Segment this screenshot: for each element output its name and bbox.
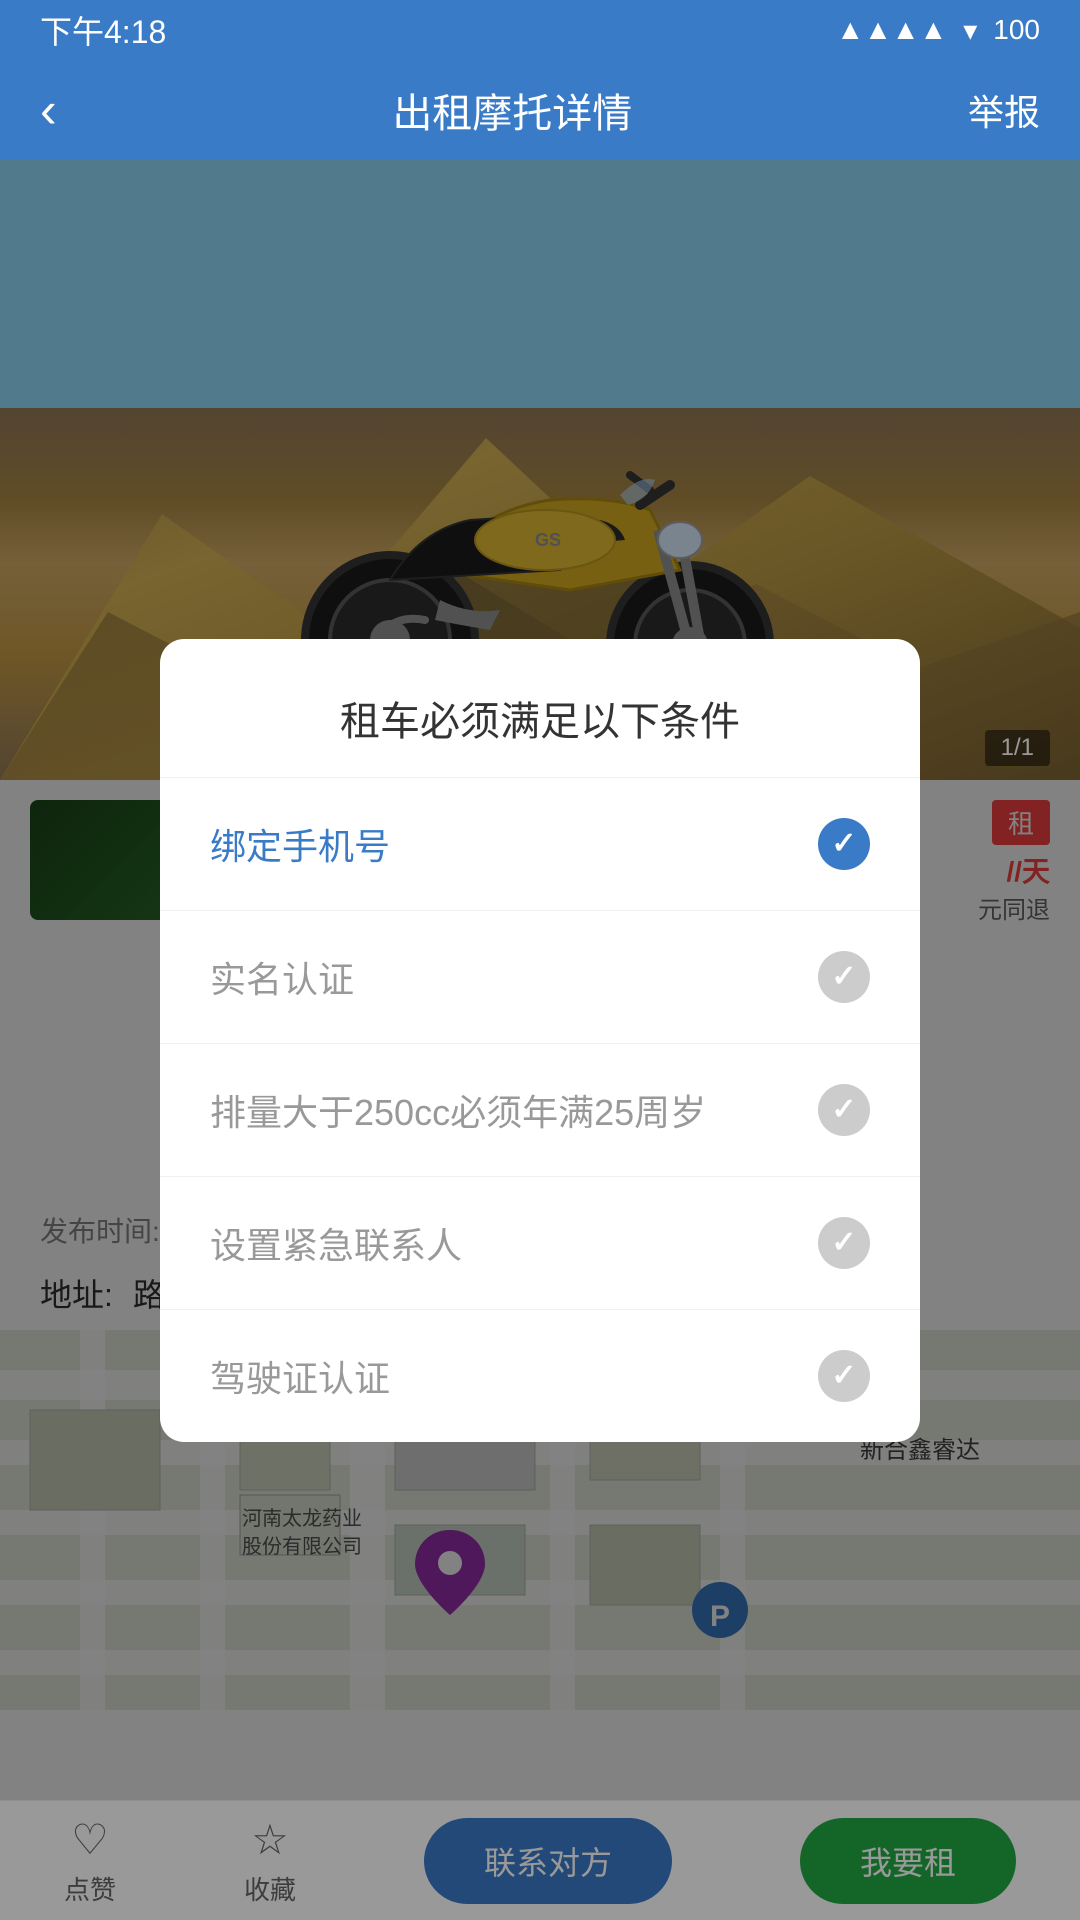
check-mark-4: ✓ [831,1225,856,1260]
condition-text-1: 绑定手机号 [210,818,390,870]
condition-text-2: 实名认证 [210,951,354,1003]
check-mark-3: ✓ [831,1092,856,1127]
condition-item-1[interactable]: 绑定手机号 ✓ [160,778,920,911]
condition-item-4[interactable]: 设置紧急联系人 ✓ [160,1177,920,1310]
check-circle-5: ✓ [818,1350,870,1402]
nav-bar: ‹ 出租摩托详情 举报 [0,60,1080,160]
status-right: ▲▲▲▲ ▾ 100 [836,14,1040,47]
back-button[interactable]: ‹ [40,81,57,139]
page-title: 出租摩托详情 [392,81,632,139]
battery-icon: 100 [993,14,1040,46]
condition-text-5: 驾驶证认证 [210,1350,390,1402]
condition-item-5[interactable]: 驾驶证认证 ✓ [160,1310,920,1442]
signal-icon: ▲▲▲▲ [836,14,947,46]
check-mark-5: ✓ [831,1358,856,1393]
main-content: GS 1/1 租 [0,160,1080,1920]
check-mark-1: ✓ [831,826,856,861]
check-mark-2: ✓ [831,959,856,994]
status-bar: 下午4:18 ▲▲▲▲ ▾ 100 [0,0,1080,60]
modal-dialog: 租车必须满足以下条件 绑定手机号 ✓ 实名认证 ✓ 排量大于250cc必须年满2… [160,639,920,1442]
modal-title: 租车必须满足以下条件 [160,639,920,778]
check-circle-3: ✓ [818,1084,870,1136]
condition-item-2[interactable]: 实名认证 ✓ [160,911,920,1044]
wifi-icon: ▾ [963,14,977,47]
check-circle-1: ✓ [818,818,870,870]
check-circle-2: ✓ [818,951,870,1003]
check-circle-4: ✓ [818,1217,870,1269]
condition-text-3: 排量大于250cc必须年满25周岁 [210,1084,706,1136]
report-button[interactable]: 举报 [968,84,1040,136]
modal-overlay: 租车必须满足以下条件 绑定手机号 ✓ 实名认证 ✓ 排量大于250cc必须年满2… [0,160,1080,1920]
status-time: 下午4:18 [40,7,166,53]
condition-text-4: 设置紧急联系人 [210,1217,462,1269]
condition-item-3[interactable]: 排量大于250cc必须年满25周岁 ✓ [160,1044,920,1177]
